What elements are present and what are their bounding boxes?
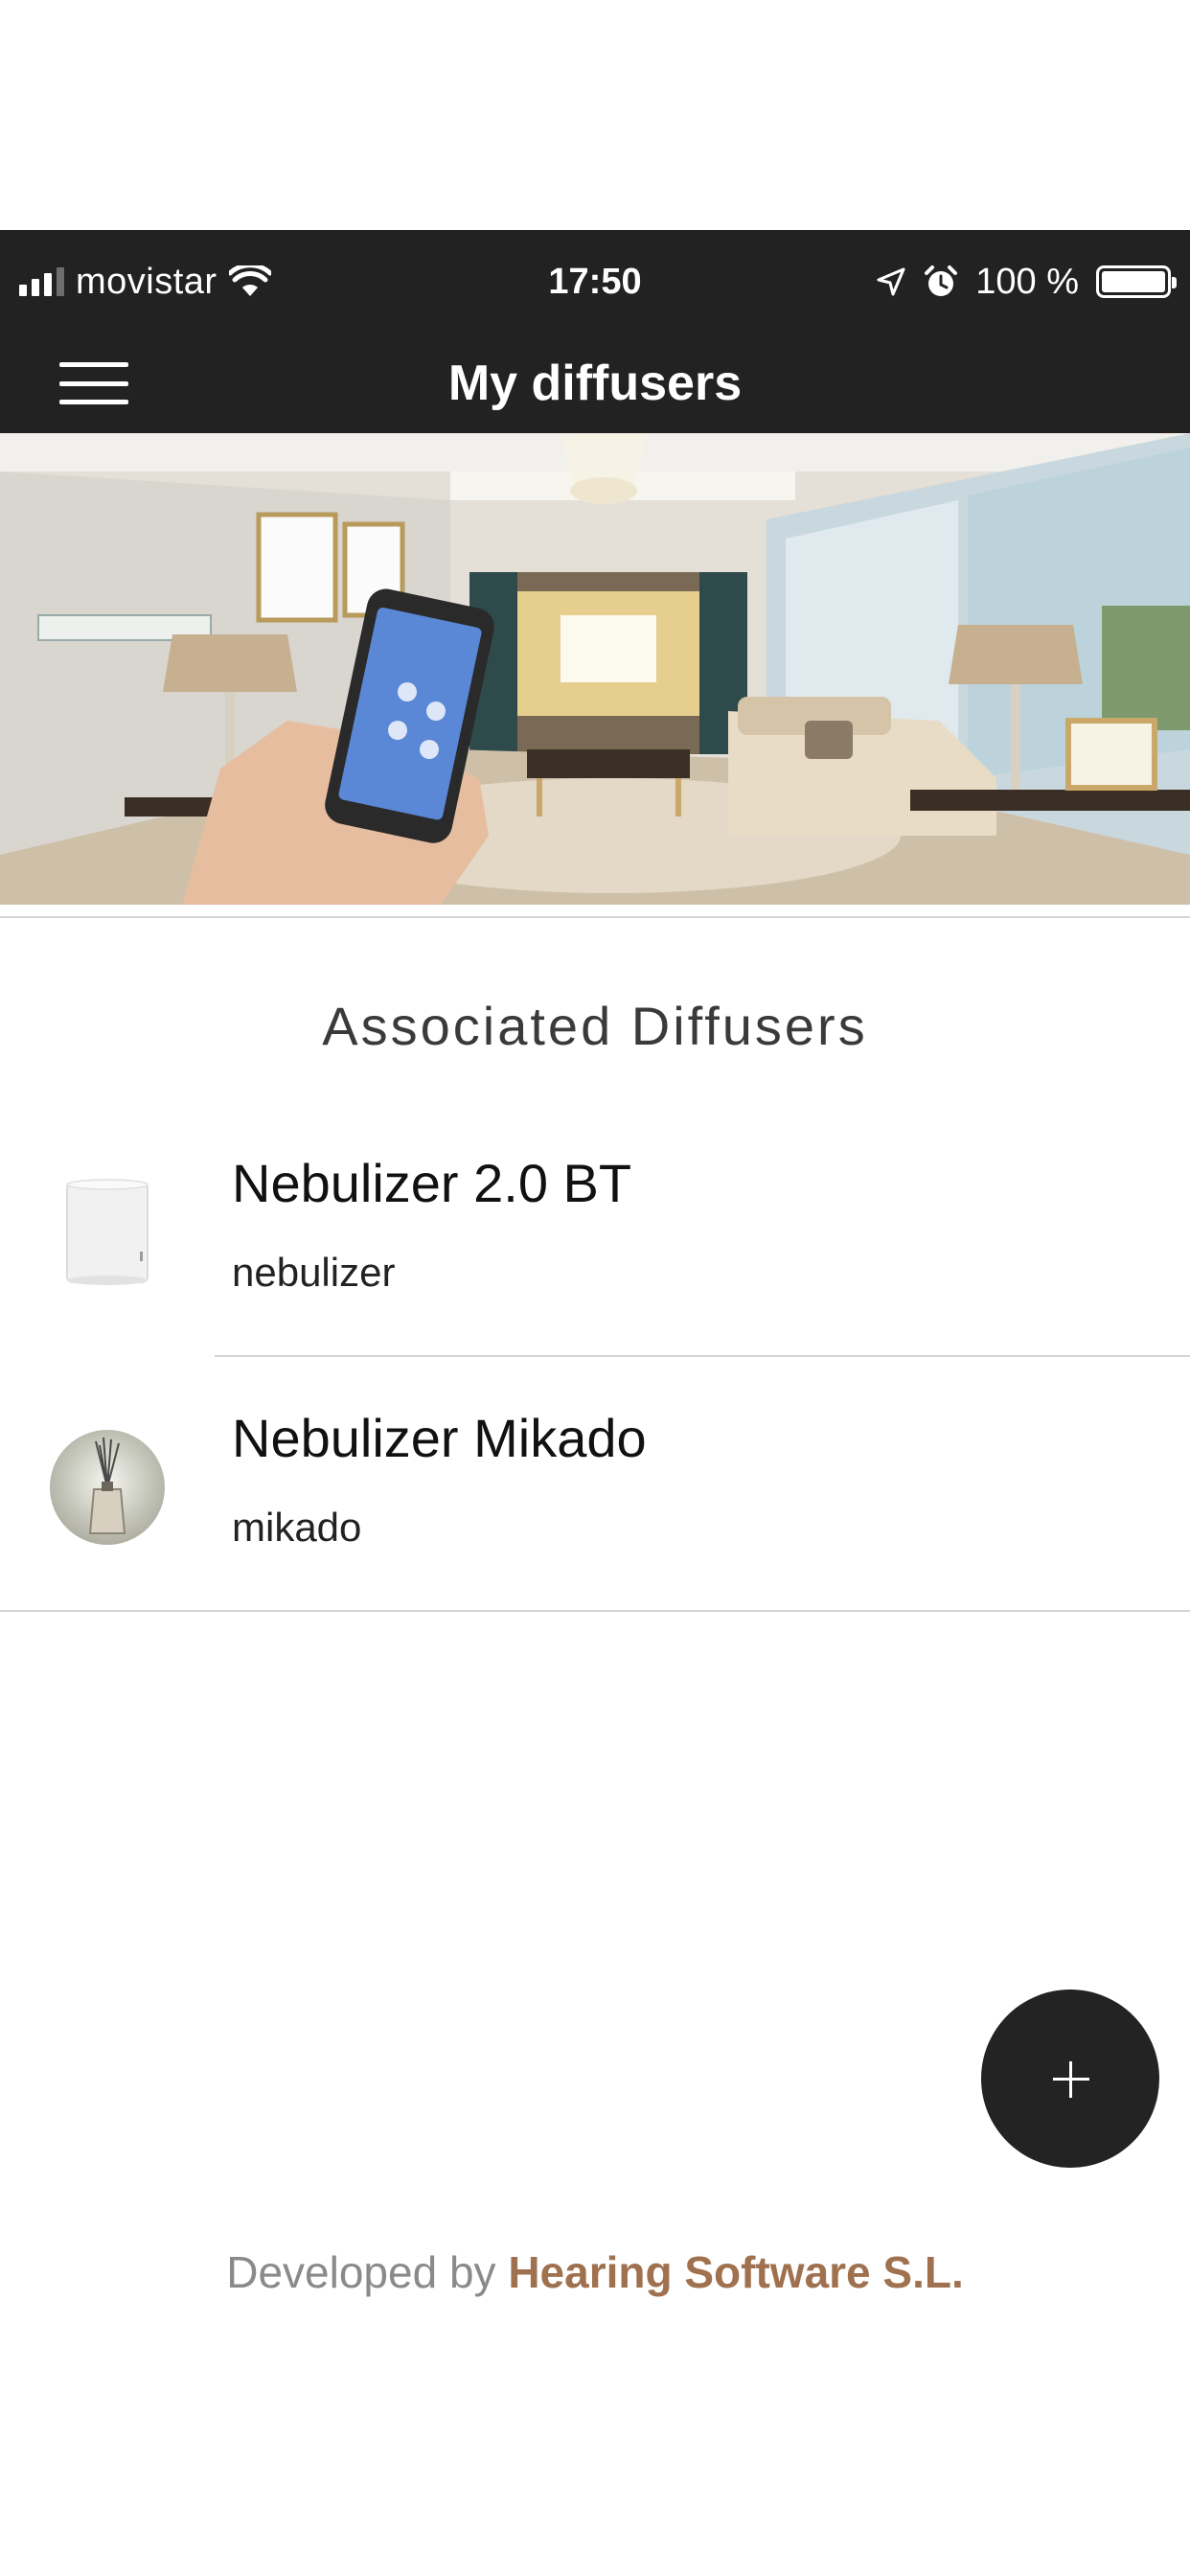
status-right: 100 % [876, 230, 1177, 334]
footer-prefix: Developed by [226, 2247, 509, 2297]
location-icon [877, 267, 905, 296]
hero-image [0, 433, 1190, 905]
diffuser-name: Nebulizer 2.0 BT [232, 1153, 632, 1213]
diffuser-type: nebulizer [232, 1250, 396, 1295]
diffuser-type: mikado [232, 1505, 362, 1550]
alarm-icon [925, 265, 958, 296]
section-title: Associated Diffusers [322, 996, 868, 1056]
battery-icon [1096, 265, 1177, 298]
living-room-illustration [0, 433, 1190, 905]
diffuser-list: Nebulizer 2.0 BT nebulizer Nebulizer Mik… [0, 1102, 1190, 1612]
developer-link[interactable]: Hearing Software S.L. [508, 2247, 963, 2297]
list-item-mikado[interactable]: Nebulizer Mikado mikado [0, 1357, 1190, 1612]
white-nebulizer-thumbnail [66, 1179, 149, 1285]
list-divider [0, 1610, 1190, 1612]
diffuser-name: Nebulizer Mikado [232, 1408, 647, 1468]
battery-fill [1102, 271, 1165, 292]
add-diffuser-button[interactable] [981, 1990, 1159, 2168]
mikado-reed-diffuser-thumbnail [50, 1430, 165, 1545]
hero-divider [0, 905, 1190, 918]
battery-percent: 100 % [975, 261, 1079, 302]
navigation-bar: My diffusers [0, 334, 1190, 433]
page-title: My diffusers [447, 356, 743, 411]
top-blank-area [0, 0, 1190, 230]
status-bar: movistar 17:50 100 % [0, 230, 1190, 334]
list-item-nebulizer[interactable]: Nebulizer 2.0 BT nebulizer [0, 1102, 1190, 1357]
footer-credit: Developed by Hearing Software S.L. [0, 2246, 1190, 2298]
